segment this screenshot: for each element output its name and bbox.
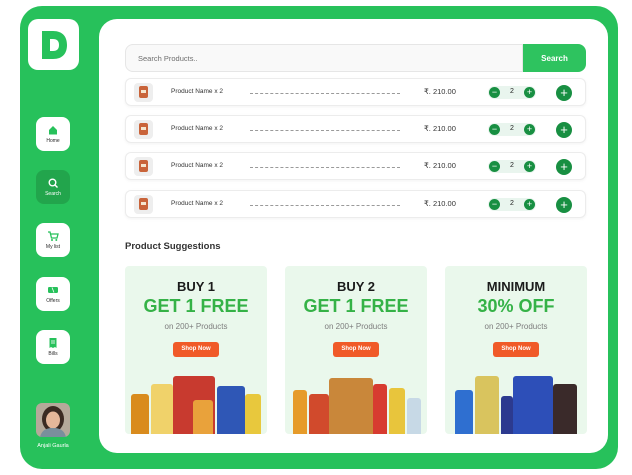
offer-highlight: GET 1 FREE (303, 296, 409, 316)
quantity-stepper: − 2 + (488, 86, 536, 99)
sidebar-item-label: Bills (48, 351, 58, 357)
offer-subtext: on 200+ Products (324, 322, 388, 331)
quantity-value: 2 (510, 200, 514, 207)
sidebar-item-label: My list (45, 244, 61, 250)
product-thumbnail (134, 83, 153, 102)
offer-subtext: on 200+ Products (164, 322, 228, 331)
decrement-button[interactable]: − (489, 161, 500, 172)
decrement-button[interactable]: − (489, 199, 500, 210)
product-thumbnail (134, 195, 153, 214)
offer-card[interactable]: BUY 2 GET 1 FREE on 200+ Products Shop N… (285, 266, 427, 434)
logo-d-icon (41, 30, 67, 59)
increment-button[interactable]: + (524, 161, 535, 172)
product-thumbnail (134, 157, 153, 176)
add-to-cart-button[interactable]: + (556, 159, 572, 175)
cart-row: Product Name x 2 ₹. 210.00 − 2 + + (125, 78, 586, 106)
search-bar: Search (125, 44, 586, 72)
sidebar-item-label: Home (46, 138, 60, 144)
ticket-icon (48, 287, 58, 293)
product-name: Product Name x 2 (171, 162, 224, 169)
shop-now-button[interactable]: Shop Now (493, 342, 539, 357)
product-price: ₹. 210.00 (424, 161, 456, 170)
shop-now-button[interactable]: Shop Now (173, 342, 219, 357)
dotted-leader (250, 167, 400, 168)
add-to-cart-button[interactable]: + (556, 85, 572, 101)
product-price: ₹. 210.00 (424, 199, 456, 208)
dotted-leader (250, 205, 400, 206)
search-input[interactable] (125, 44, 523, 72)
add-to-cart-button[interactable]: + (556, 122, 572, 138)
offer-subtext: on 200+ Products (484, 322, 548, 331)
cart-row: Product Name x 2 ₹. 210.00 − 2 + + (125, 190, 586, 218)
offer-headline: MINIMUM (486, 279, 546, 294)
cart-icon (48, 231, 59, 241)
receipt-icon (49, 338, 57, 348)
user-name: Anjali Gaurla (37, 443, 69, 449)
user-avatar[interactable] (36, 403, 70, 437)
quantity-stepper: − 2 + (488, 160, 536, 173)
sidebar-item-label: Offers (46, 298, 60, 304)
product-name: Product Name x 2 (171, 200, 224, 207)
section-title: Product Suggestions (125, 241, 221, 252)
quantity-value: 2 (510, 162, 514, 169)
add-to-cart-button[interactable]: + (556, 197, 572, 213)
sidebar-item-bills[interactable]: Bills (36, 330, 70, 364)
product-thumbnail (134, 120, 153, 139)
quantity-value: 2 (510, 88, 514, 95)
search-icon (48, 178, 58, 188)
dotted-leader (250, 93, 400, 94)
product-price: ₹. 210.00 (424, 124, 456, 133)
search-button[interactable]: Search (523, 44, 586, 72)
offer-card[interactable]: BUY 1 GET 1 FREE on 200+ Products Shop N… (125, 266, 267, 434)
quantity-value: 2 (510, 125, 514, 132)
shop-now-button[interactable]: Shop Now (333, 342, 379, 357)
offer-headline: BUY 2 (336, 279, 376, 294)
quantity-stepper: − 2 + (488, 123, 536, 136)
quantity-stepper: − 2 + (488, 198, 536, 211)
product-price: ₹. 210.00 (424, 87, 456, 96)
increment-button[interactable]: + (524, 124, 535, 135)
increment-button[interactable]: + (524, 199, 535, 210)
avatar-image (36, 403, 70, 437)
offer-highlight: GET 1 FREE (143, 296, 249, 316)
decrement-button[interactable]: − (489, 87, 500, 98)
sidebar-item-search[interactable]: Search (36, 170, 70, 204)
product-name: Product Name x 2 (171, 125, 224, 132)
offer-highlight: 30% OFF (477, 296, 555, 316)
sidebar-item-my-list[interactable]: My list (36, 223, 70, 257)
sidebar-item-home[interactable]: Home (36, 117, 70, 151)
home-icon (49, 126, 57, 135)
sidebar-item-offers[interactable]: Offers (36, 277, 70, 311)
increment-button[interactable]: + (524, 87, 535, 98)
cart-row: Product Name x 2 ₹. 210.00 − 2 + + (125, 115, 586, 143)
product-name: Product Name x 2 (171, 88, 224, 95)
cart-row: Product Name x 2 ₹. 210.00 − 2 + + (125, 152, 586, 180)
offer-card[interactable]: MINIMUM 30% OFF on 200+ Products Shop No… (445, 266, 587, 434)
app-logo[interactable] (28, 19, 79, 70)
sidebar-item-label: Search (45, 191, 61, 197)
offer-headline: BUY 1 (176, 279, 216, 294)
dotted-leader (250, 130, 400, 131)
decrement-button[interactable]: − (489, 124, 500, 135)
